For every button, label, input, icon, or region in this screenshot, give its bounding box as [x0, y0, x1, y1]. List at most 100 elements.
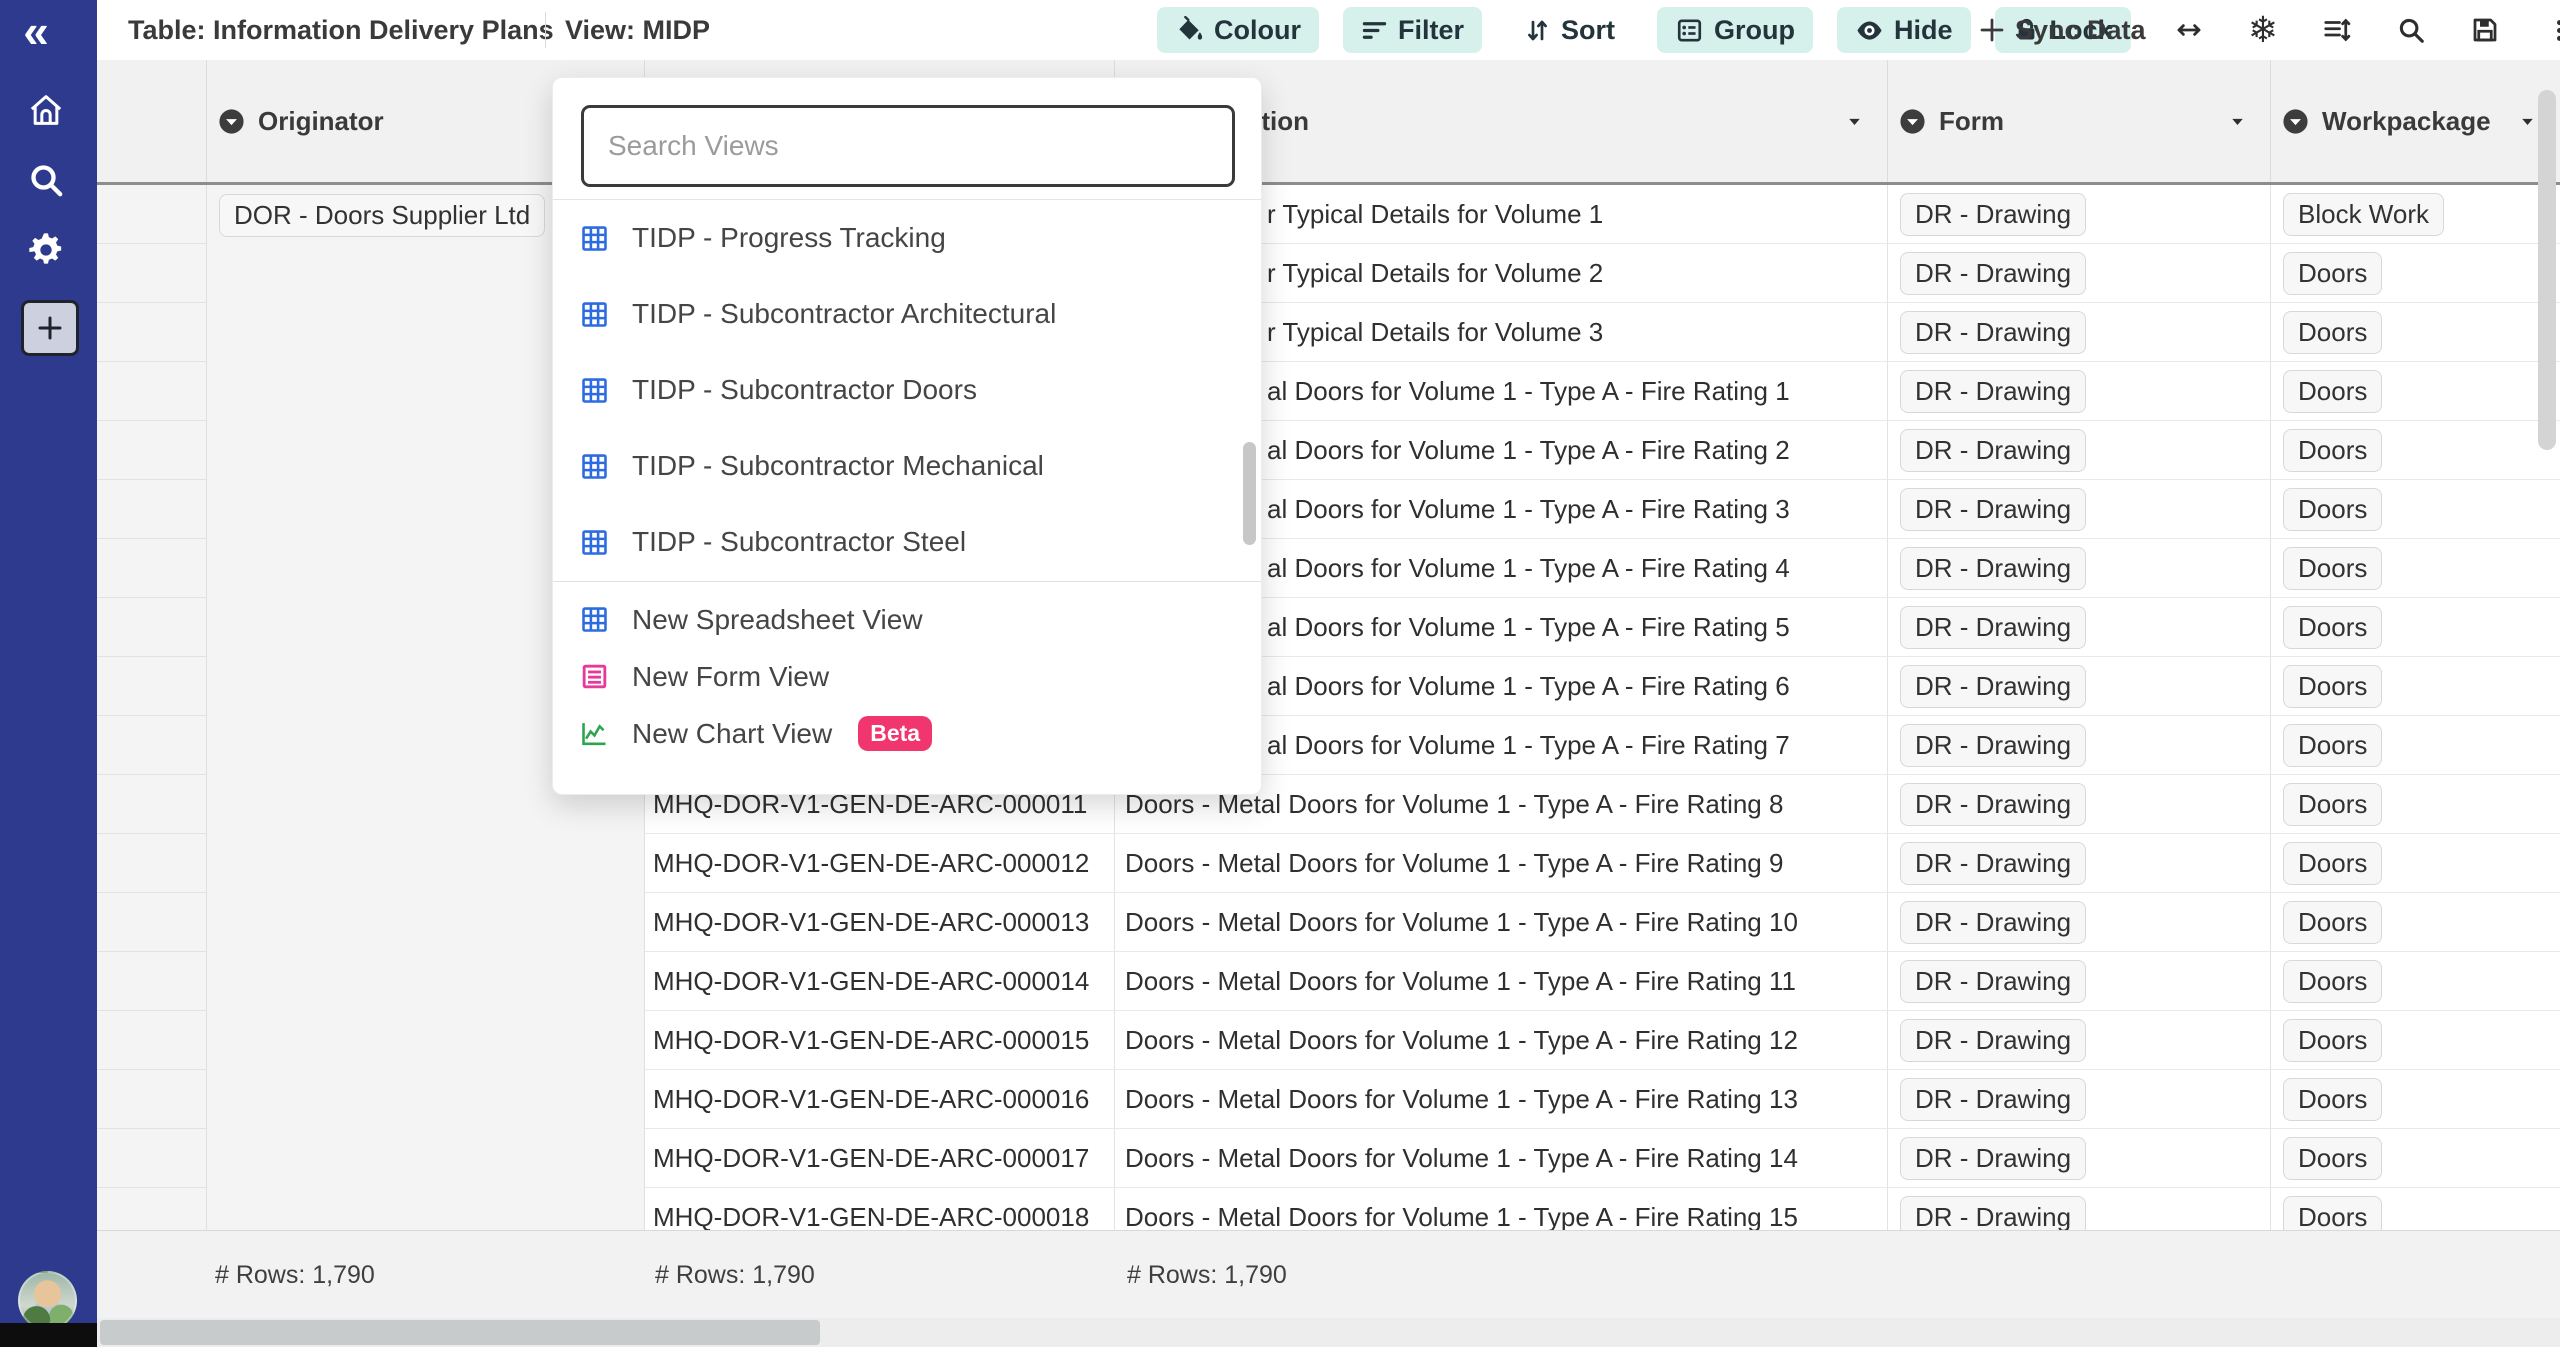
form-cell[interactable]: DR - Drawing	[1888, 775, 2271, 833]
search-button[interactable]	[2389, 8, 2433, 52]
id-cell[interactable]: MHQ-DOR-V1-GEN-DE-ARC-000014	[645, 952, 1115, 1010]
workpackage-cell[interactable]: Doors	[2271, 775, 2560, 833]
row-number-cell[interactable]	[97, 775, 206, 834]
id-cell[interactable]: MHQ-DOR-V1-GEN-DE-ARC-000013	[645, 893, 1115, 951]
description-cell[interactable]: Doors - Metal Doors for Volume 1 - Type …	[1115, 893, 1888, 951]
views-scrollbar-thumb[interactable]	[1243, 442, 1256, 545]
workpackage-cell[interactable]: Doors	[2271, 1188, 2560, 1230]
save-button[interactable]	[2463, 8, 2507, 52]
view-item[interactable]: TIDP - Subcontractor Architectural	[553, 276, 1261, 352]
workpackage-cell[interactable]: Doors	[2271, 539, 2560, 597]
workpackage-cell[interactable]: Block Work	[2271, 185, 2560, 243]
description-cell[interactable]: Doors - Metal Doors for Volume 1 - Type …	[1115, 1188, 1888, 1230]
create-grid-view-item[interactable]: New Spreadsheet View	[553, 591, 1261, 648]
workpackage-cell[interactable]: Doors	[2271, 480, 2560, 538]
workpackage-cell[interactable]: Doors	[2271, 362, 2560, 420]
workpackage-cell[interactable]: Doors	[2271, 303, 2560, 361]
description-cell[interactable]: Doors - Metal Doors for Volume 1 - Type …	[1115, 834, 1888, 892]
form-cell[interactable]: DR - Drawing	[1888, 244, 2271, 302]
row-number-cell[interactable]	[97, 598, 206, 657]
row-number-cell[interactable]	[97, 480, 206, 539]
collapse-sidebar-icon[interactable]: «	[8, 6, 64, 56]
form-cell[interactable]: DR - Drawing	[1888, 893, 2271, 951]
workpackage-cell[interactable]: Doors	[2271, 893, 2560, 951]
form-cell[interactable]: DR - Drawing	[1888, 1070, 2271, 1128]
form-cell[interactable]: DR - Drawing	[1888, 539, 2271, 597]
row-number-cell[interactable]	[97, 834, 206, 893]
view-item[interactable]: TIDP - Progress Tracking	[553, 200, 1261, 276]
row-number-cell[interactable]	[97, 657, 206, 716]
expand-horizontal-button[interactable]	[2167, 8, 2211, 52]
description-cell[interactable]: Doors - Metal Doors for Volume 1 - Type …	[1115, 1070, 1888, 1128]
row-number-cell[interactable]	[97, 1129, 206, 1188]
view-item[interactable]: TIDP - Subcontractor Steel	[553, 504, 1261, 580]
search-icon[interactable]	[26, 160, 70, 204]
row-number-cell[interactable]	[97, 952, 206, 1011]
view-item[interactable]: TIDP - Subcontractor Doors	[553, 352, 1261, 428]
form-cell[interactable]: DR - Drawing	[1888, 480, 2271, 538]
view-title[interactable]: View: MIDP	[565, 0, 710, 60]
chevron-down-icon[interactable]	[2517, 111, 2538, 132]
sync-data-button[interactable]: Sync Data	[1977, 7, 2146, 53]
hide-button[interactable]: Hide	[1837, 7, 1971, 53]
description-cell[interactable]: Doors - Metal Doors for Volume 1 - Type …	[1115, 1011, 1888, 1069]
filter-button[interactable]: Filter	[1343, 7, 1482, 53]
id-cell[interactable]: MHQ-DOR-V1-GEN-DE-ARC-000015	[645, 1011, 1115, 1069]
chevron-down-icon[interactable]	[1844, 111, 1865, 132]
view-item[interactable]: TIDP - Subcontractor Mechanical	[553, 428, 1261, 504]
row-number-cell[interactable]	[97, 303, 206, 362]
id-cell[interactable]: MHQ-DOR-V1-GEN-DE-ARC-000018	[645, 1188, 1115, 1230]
create-chart-view-item[interactable]: New Chart ViewBeta	[553, 705, 1261, 762]
row-number-cell[interactable]	[97, 716, 206, 775]
home-icon[interactable]	[26, 90, 70, 134]
row-number-cell[interactable]	[97, 244, 206, 303]
search-views-input[interactable]	[581, 105, 1235, 187]
form-cell[interactable]: DR - Drawing	[1888, 185, 2271, 243]
id-cell[interactable]: MHQ-DOR-V1-GEN-DE-ARC-000017	[645, 1129, 1115, 1187]
row-number-cell[interactable]	[97, 1188, 206, 1230]
sort-button[interactable]: Sort	[1506, 7, 1633, 53]
workpackage-cell[interactable]: Doors	[2271, 1070, 2560, 1128]
workpackage-cell[interactable]: Doors	[2271, 716, 2560, 774]
id-cell[interactable]: MHQ-DOR-V1-GEN-DE-ARC-000016	[645, 1070, 1115, 1128]
row-number-cell[interactable]	[97, 1070, 206, 1129]
description-cell[interactable]: Doors - Metal Doors for Volume 1 - Type …	[1115, 1129, 1888, 1187]
form-cell[interactable]: DR - Drawing	[1888, 716, 2271, 774]
add-button[interactable]	[21, 300, 79, 356]
workpackage-cell[interactable]: Doors	[2271, 952, 2560, 1010]
row-number-cell[interactable]	[97, 185, 206, 244]
form-cell[interactable]: DR - Drawing	[1888, 1188, 2271, 1230]
avatar[interactable]	[18, 1271, 77, 1330]
gear-icon[interactable]	[26, 230, 70, 274]
workpackage-cell[interactable]: Doors	[2271, 1011, 2560, 1069]
colour-button[interactable]: Colour	[1157, 7, 1319, 53]
horizontal-scrollbar-track[interactable]	[97, 1318, 2560, 1347]
group-button[interactable]: Group	[1657, 7, 1813, 53]
create-form-view-item[interactable]: New Form View	[553, 648, 1261, 705]
workpackage-cell[interactable]: Doors	[2271, 1129, 2560, 1187]
row-height-button[interactable]	[2315, 8, 2359, 52]
row-number-cell[interactable]	[97, 1011, 206, 1070]
workpackage-cell[interactable]: Doors	[2271, 598, 2560, 656]
vertical-scrollbar-thumb[interactable]	[2538, 90, 2556, 450]
form-cell[interactable]: DR - Drawing	[1888, 657, 2271, 715]
form-cell[interactable]: DR - Drawing	[1888, 362, 2271, 420]
row-number-cell[interactable]	[97, 421, 206, 480]
workpackage-cell[interactable]: Doors	[2271, 244, 2560, 302]
form-cell[interactable]: DR - Drawing	[1888, 303, 2271, 361]
form-cell[interactable]: DR - Drawing	[1888, 1129, 2271, 1187]
form-cell[interactable]: DR - Drawing	[1888, 598, 2271, 656]
header-form[interactable]: Form	[1888, 60, 2271, 182]
header-workpackage[interactable]: Workpackage	[2271, 60, 2560, 182]
id-cell[interactable]: MHQ-DOR-V1-GEN-DE-ARC-000012	[645, 834, 1115, 892]
form-cell[interactable]: DR - Drawing	[1888, 834, 2271, 892]
row-number-cell[interactable]	[97, 893, 206, 952]
chevron-down-icon[interactable]	[2227, 111, 2248, 132]
form-cell[interactable]: DR - Drawing	[1888, 1011, 2271, 1069]
originator-chip[interactable]: DOR - Doors Supplier Ltd	[219, 194, 545, 237]
workpackage-cell[interactable]: Doors	[2271, 657, 2560, 715]
row-number-cell[interactable]	[97, 539, 206, 598]
description-cell[interactable]: Doors - Metal Doors for Volume 1 - Type …	[1115, 952, 1888, 1010]
more-button[interactable]	[2537, 8, 2560, 52]
workpackage-cell[interactable]: Doors	[2271, 421, 2560, 479]
